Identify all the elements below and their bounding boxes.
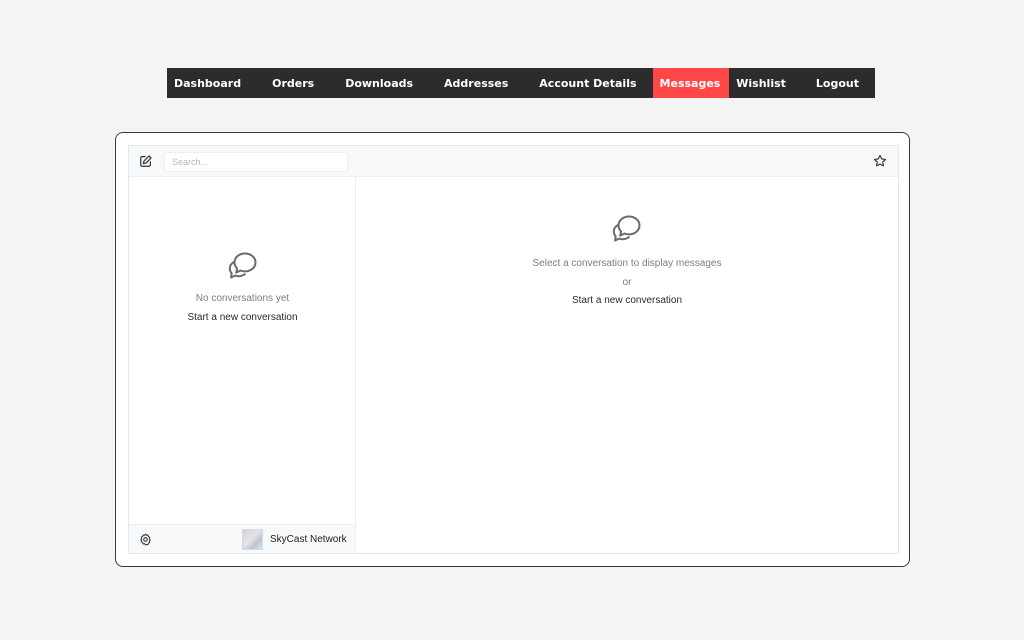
conversation-list: No conversations yet Start a new convers…	[129, 177, 356, 553]
nav-dashboard[interactable]: Dashboard	[167, 68, 256, 98]
nav-downloads[interactable]: Downloads	[330, 68, 429, 98]
search-input[interactable]	[164, 152, 348, 172]
empty-conversations-text: No conversations yet	[195, 293, 290, 304]
chat-bubbles-icon	[612, 215, 641, 242]
start-conversation-link[interactable]: Start a new conversation	[129, 311, 356, 324]
nav-logout[interactable]: Logout	[802, 68, 875, 98]
account-name: SkyCast Network	[270, 534, 347, 545]
or-separator: or	[622, 277, 632, 288]
account-nav: Dashboard Orders Downloads Addresses Acc…	[167, 68, 875, 98]
message-pane-empty-state: Select a conversation to display message…	[356, 212, 898, 307]
inbox-frame: No conversations yet Start a new convers…	[115, 132, 910, 567]
avatar	[242, 529, 263, 550]
conversation-list-empty-state: No conversations yet Start a new convers…	[129, 249, 356, 324]
nav-orders[interactable]: Orders	[256, 68, 330, 98]
sidebar-footer: SkyCast Network	[129, 524, 355, 553]
select-conversation-text: Select a conversation to display message…	[532, 258, 722, 269]
compose-icon[interactable]	[139, 154, 153, 168]
inbox-toolbar	[129, 146, 898, 177]
chat-bubbles-icon	[228, 252, 256, 279]
nav-messages[interactable]: Messages	[652, 68, 730, 98]
nav-account-details[interactable]: Account Details	[523, 68, 652, 98]
star-icon[interactable]	[873, 154, 887, 168]
nav-wishlist[interactable]: Wishlist	[729, 68, 802, 98]
inbox-panel: No conversations yet Start a new convers…	[128, 145, 899, 554]
nav-addresses[interactable]: Addresses	[429, 68, 523, 98]
account-switcher[interactable]: SkyCast Network	[242, 529, 347, 550]
start-conversation-link-main[interactable]: Start a new conversation	[356, 294, 898, 307]
gear-icon[interactable]	[139, 533, 152, 546]
